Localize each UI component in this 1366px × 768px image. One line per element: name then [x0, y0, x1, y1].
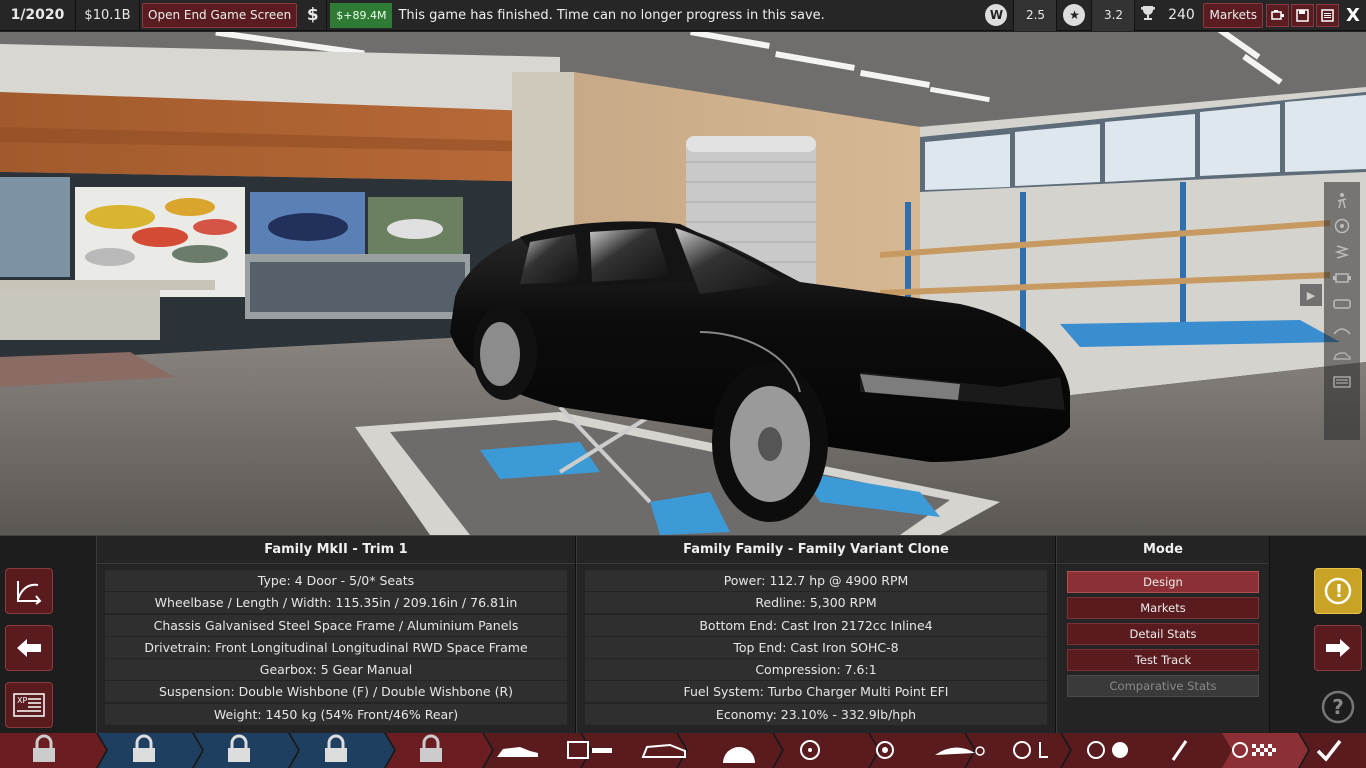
warning-button[interactable]: !	[1314, 568, 1362, 614]
car-dimensions-row: Wheelbase / Length / Width: 115.35in / 2…	[105, 592, 567, 614]
body-style-tab[interactable]	[484, 733, 590, 768]
finish-tab[interactable]	[1300, 733, 1366, 768]
engine-economy-row: Economy: 23.10% - 332.9lb/hph	[585, 703, 1047, 725]
wheel-rating-value: 2.5	[1013, 0, 1058, 31]
mode-title: Mode	[1057, 536, 1269, 564]
grille-view-icon[interactable]	[1330, 372, 1354, 392]
back-button[interactable]	[5, 625, 53, 671]
engine-top-end-row: Top End: Cast Iron SOHC-8	[585, 636, 1047, 658]
arrow-right-icon	[1326, 639, 1350, 657]
locked-car-tab[interactable]	[0, 733, 106, 768]
design-stage-tabs	[0, 733, 1366, 768]
driver-view-icon[interactable]	[1330, 190, 1354, 210]
engine-compression-row: Compression: 7.6:1	[585, 659, 1047, 681]
spring-view-icon[interactable]	[1330, 242, 1354, 262]
mode-comparative-stats-button[interactable]: Comparative Stats	[1067, 675, 1259, 697]
locked-body-tab[interactable]	[194, 733, 298, 768]
roof-view-icon[interactable]	[1330, 320, 1354, 340]
car-summary-panel: Family MkII - Trim 1 Type: 4 Door - 5/0*…	[96, 536, 576, 734]
trophy-icon	[1135, 4, 1161, 26]
star-rating-value: 3.2	[1091, 0, 1136, 31]
help-symbol: ?	[1332, 695, 1344, 719]
test-tab[interactable]	[1222, 733, 1308, 768]
mode-detail-stats-button[interactable]: Detail Stats	[1067, 623, 1259, 645]
engine-bottom-end-row: Bottom End: Cast Iron 2172cc Inline4	[585, 614, 1047, 636]
company-money: $10.1B	[76, 0, 140, 31]
mode-panel: Mode Design Markets Detail Stats Test Tr…	[1056, 536, 1270, 734]
help-button[interactable]: ?	[1314, 684, 1362, 730]
garage-viewport[interactable]: ▶	[0, 32, 1366, 535]
engine-fuel-system-row: Fuel System: Turbo Charger Multi Point E…	[585, 681, 1047, 703]
engine-designer-icon[interactable]	[1266, 3, 1289, 27]
close-icon[interactable]: X	[1340, 5, 1366, 26]
engine-view-icon[interactable]	[1330, 268, 1354, 288]
garage-scene-illustration	[0, 32, 1366, 535]
locked-chassis-tab[interactable]	[98, 733, 202, 768]
xp-sheet-button[interactable]: XP	[5, 682, 53, 728]
engine-summary-panel: Family Family - Family Variant Clone Pow…	[576, 536, 1056, 734]
app-root: { "topbar": { "date": "1/2020", "money":…	[0, 0, 1366, 768]
menu-icon[interactable]	[1316, 3, 1339, 27]
open-end-game-screen-button[interactable]: Open End Game Screen	[142, 2, 298, 28]
game-date: 1/2020	[0, 0, 76, 31]
car-type-row: Type: 4 Door - 5/0* Seats	[105, 570, 567, 591]
wheel-rating-icon: W	[985, 4, 1008, 26]
engine-redline-row: Redline: 5,300 RPM	[585, 592, 1047, 614]
mode-test-track-button[interactable]: Test Track	[1067, 649, 1259, 671]
camera-view-strip	[1324, 182, 1360, 440]
body-side-view-icon[interactable]	[1330, 294, 1354, 314]
paint-tab[interactable]	[1150, 733, 1235, 768]
engine-summary-title: Family Family - Family Variant Clone	[577, 536, 1055, 564]
info-panel: XP Family MkII - Trim 1 Type: 4 Door - 5…	[0, 535, 1366, 734]
graph-icon	[17, 581, 42, 605]
finance-icon[interactable]: $	[299, 0, 328, 31]
next-button[interactable]	[1314, 625, 1362, 671]
monthly-income: $+89.4M	[330, 2, 393, 28]
design-stage-nav	[0, 733, 1366, 768]
xp-label: XP	[17, 696, 28, 705]
mode-design-button[interactable]: Design	[1067, 571, 1259, 593]
expand-panel-arrow-icon[interactable]: ▶	[1300, 284, 1322, 306]
car-drivetrain-row: Drivetrain: Front Longitudinal Longitudi…	[105, 636, 567, 658]
car-chassis-row: Chassis Galvanised Steel Space Frame / A…	[105, 614, 567, 636]
top-bar: 1/2020 $10.1B Open End Game Screen $ $+8…	[0, 0, 1366, 31]
locked-engine-tab[interactable]	[290, 733, 394, 768]
reputation-value: 240	[1168, 7, 1195, 23]
wheel-view-icon[interactable]	[1330, 216, 1354, 236]
car-gearbox-row: Gearbox: 5 Gear Manual	[105, 659, 567, 681]
warning-symbol: !	[1334, 581, 1344, 602]
graph-button[interactable]	[5, 568, 53, 614]
status-message: This game has finished. Time can no long…	[398, 7, 825, 23]
save-icon[interactable]	[1291, 3, 1314, 27]
star-rating-icon: ★	[1063, 4, 1086, 26]
car-view-icon[interactable]	[1330, 346, 1354, 366]
engine-power-row: Power: 112.7 hp @ 4900 RPM	[585, 570, 1047, 591]
arrow-left-icon	[17, 639, 41, 657]
locked-engine-detail-tab[interactable]	[386, 733, 492, 768]
car-summary-title: Family MkII - Trim 1	[97, 536, 575, 564]
markets-button[interactable]: Markets	[1203, 2, 1263, 28]
mode-markets-button[interactable]: Markets	[1067, 597, 1259, 619]
car-weight-row: Weight: 1450 kg (54% Front/46% Rear)	[105, 703, 567, 725]
car-suspension-row: Suspension: Double Wishbone (F) / Double…	[105, 681, 567, 703]
